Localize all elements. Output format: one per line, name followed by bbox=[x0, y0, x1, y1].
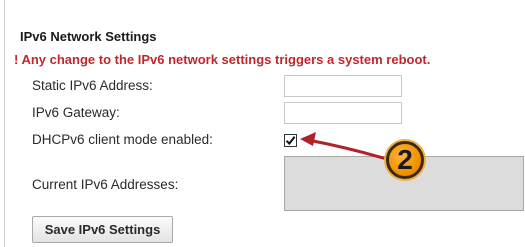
step-number-badge: 2 bbox=[386, 141, 424, 179]
left-divider bbox=[4, 0, 5, 247]
static-ipv6-address-input[interactable] bbox=[284, 75, 402, 97]
ipv6-gateway-label: IPv6 Gateway: bbox=[32, 105, 120, 120]
checkmark-icon bbox=[285, 136, 296, 146]
arrow-head-icon bbox=[300, 132, 316, 146]
current-ipv6-addresses-label: Current IPv6 Addresses: bbox=[32, 177, 179, 192]
save-ipv6-settings-button[interactable]: Save IPv6 Settings bbox=[32, 216, 173, 243]
reboot-warning: ! Any change to the IPv6 network setting… bbox=[14, 52, 431, 67]
dhcpv6-client-mode-label: DHCPv6 client mode enabled: bbox=[32, 132, 213, 147]
section-title: IPv6 Network Settings bbox=[20, 29, 157, 44]
ipv6-gateway-input[interactable] bbox=[284, 102, 402, 124]
static-ipv6-address-label: Static IPv6 Address: bbox=[32, 78, 153, 93]
dhcpv6-client-mode-checkbox[interactable] bbox=[284, 134, 297, 147]
